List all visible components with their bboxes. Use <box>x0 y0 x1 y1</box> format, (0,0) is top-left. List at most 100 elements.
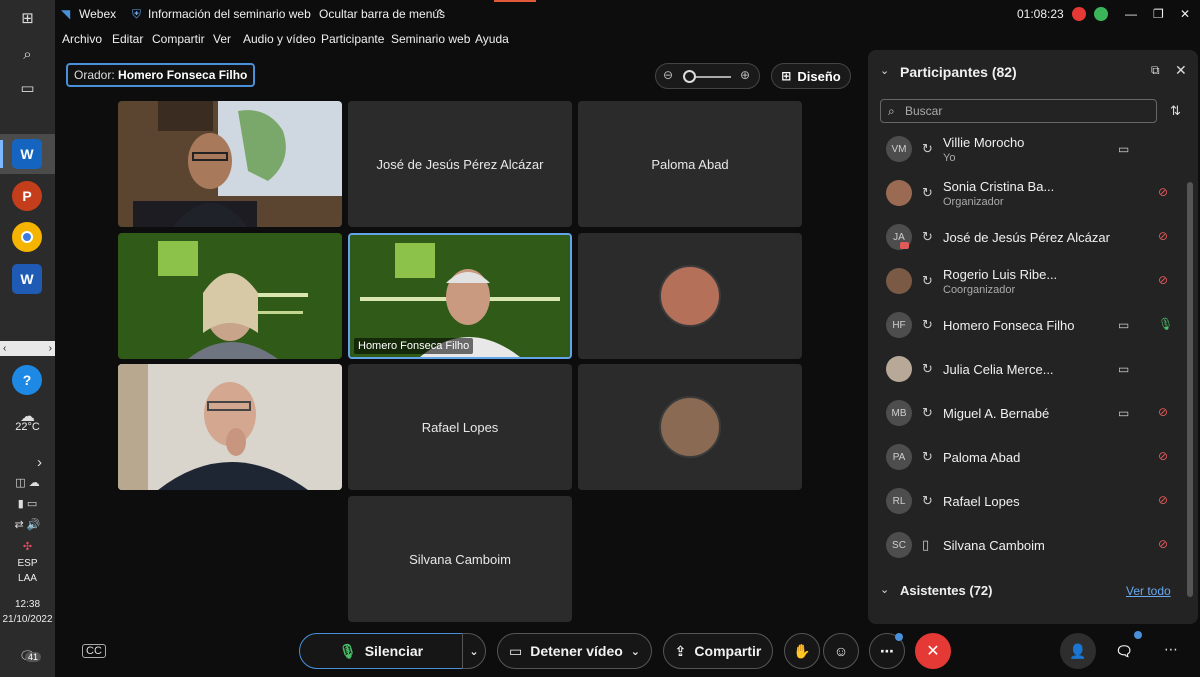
mic-muted-icon: ⊘ <box>1158 273 1169 287</box>
more-icon[interactable]: ⋯ <box>1164 641 1178 658</box>
mute-button[interactable]: 🎙 Silenciar <box>299 633 463 669</box>
layout-button[interactable]: ⊞ Diseño <box>771 63 851 89</box>
participant-row[interactable]: MB ↻ Miguel A. Bernabé ▭ ⊘ <box>868 392 1184 436</box>
word-app-icon[interactable]: W <box>12 264 42 294</box>
zoom-slider-handle[interactable] <box>683 70 696 83</box>
video-tile-5-active[interactable]: Homero Fonseca Filho <box>348 233 572 359</box>
menu-audio-video[interactable]: Audio y vídeo <box>243 32 316 46</box>
search-placeholder: Buscar <box>905 104 943 118</box>
collapse-chevron-icon[interactable]: ⌄ <box>880 64 889 77</box>
recording-icon[interactable] <box>1072 7 1086 21</box>
task-view-icon[interactable]: ▭ <box>0 70 55 106</box>
network-status-icon[interactable] <box>1094 7 1108 21</box>
mic-muted-icon: ⊘ <box>1158 405 1169 419</box>
video-tile-4[interactable] <box>118 233 342 359</box>
participant-row[interactable]: SC ▯ Silvana Camboim ⊘ <box>868 524 1184 568</box>
menu-ayuda[interactable]: Ayuda <box>475 32 509 46</box>
audio-options-button[interactable]: ⌄ <box>462 633 486 669</box>
participant-row[interactable]: JA ↻ José de Jesús Pérez Alcázar ⊘ <box>868 216 1184 260</box>
raise-hand-button[interactable]: ✋ <box>784 633 820 669</box>
panel-scrollbar[interactable] <box>1186 132 1194 612</box>
powerpoint-app-icon[interactable]: P <box>12 181 42 211</box>
notification-dot <box>895 633 903 641</box>
participant-row[interactable]: RL ↻ Rafael Lopes ⊘ <box>868 480 1184 524</box>
taskbar-scroll[interactable]: ‹ › <box>0 341 55 356</box>
collapse-chevron-icon[interactable]: ⌄ <box>880 583 889 596</box>
sort-icon[interactable]: ⇅ <box>1170 103 1181 119</box>
tile-name: Rafael Lopes <box>421 419 499 435</box>
chrome-app-icon[interactable] <box>12 222 42 252</box>
video-tile-3[interactable]: Paloma Abad <box>578 101 802 227</box>
menu-compartir[interactable]: Compartir <box>152 32 205 46</box>
hide-menu-button[interactable]: Ocultar barra de menús <box>319 7 445 21</box>
help-icon[interactable]: ? <box>12 365 42 395</box>
video-tile-9[interactable] <box>578 364 802 490</box>
search-input[interactable]: ⌕ Buscar <box>880 99 1157 123</box>
participant-row[interactable]: ↻ Sonia Cristina Ba... Organizador ⊘ <box>868 172 1184 216</box>
camera-icon: ▭ <box>1118 142 1130 156</box>
video-tile-6[interactable] <box>578 233 802 359</box>
participant-row[interactable]: VM ↻ Villie Morocho Yo ▭ <box>868 128 1184 172</box>
video-feed <box>118 233 342 359</box>
menu-seminario-web[interactable]: Seminario web <box>391 32 470 46</box>
menu-participante[interactable]: Participante <box>321 32 384 46</box>
taskbar-selected-indicator <box>0 140 3 168</box>
search-icon[interactable]: ⌕ <box>0 36 55 72</box>
participant-row[interactable]: HF ↻ Homero Fonseca Filho ▭ 🎙 <box>868 304 1184 348</box>
chevron-up-icon[interactable]: ⌃ <box>435 7 445 21</box>
participant-name: José de Jesús Pérez Alcázar <box>943 230 1110 245</box>
taskbar-clock[interactable]: 12:38 <box>0 599 55 610</box>
participant-avatar: SC <box>886 532 912 558</box>
close-window-icon[interactable]: ✕ <box>1180 7 1190 21</box>
input-language[interactable]: ESP <box>0 558 55 569</box>
video-tile-8[interactable]: Rafael Lopes <box>348 364 572 490</box>
menu-editar[interactable]: Editar <box>112 32 143 46</box>
camera-icon: ▭ <box>1118 318 1130 332</box>
video-tile-10[interactable]: Silvana Camboim <box>348 496 572 622</box>
participant-row[interactable]: ↻ Julia Celia Merce... ▭ <box>868 348 1184 392</box>
keyboard-layout[interactable]: LAA <box>0 573 55 584</box>
close-panel-icon[interactable]: ✕ <box>1175 62 1187 79</box>
meeting-timer: 01:08:23 <box>1017 7 1064 21</box>
participant-name: Paloma Abad <box>943 450 1021 465</box>
video-tile-7[interactable] <box>118 364 342 490</box>
restore-icon[interactable]: ❐ <box>1153 7 1164 21</box>
participants-panel: ⌄ Participantes (82) ⧉ ✕ ⌕ Buscar ⇅ VM ↻… <box>868 50 1198 624</box>
captions-icon[interactable]: CC <box>82 644 106 658</box>
scroll-right-icon[interactable]: › <box>49 343 52 354</box>
title-accent <box>494 0 536 2</box>
participant-row[interactable]: PA ↻ Paloma Abad ⊘ <box>868 436 1184 480</box>
video-tile-2[interactable]: José de Jesús Pérez Alcázar <box>348 101 572 227</box>
taskbar-date[interactable]: 21/10/2022 <box>0 614 55 625</box>
participants-icon: 👤 <box>1069 642 1087 659</box>
webex-app-icon[interactable]: W <box>12 139 42 169</box>
minimize-icon[interactable]: — <box>1125 7 1137 21</box>
zoom-in-icon[interactable]: ⊕ <box>740 68 750 82</box>
scroll-left-icon[interactable]: ‹ <box>3 343 6 354</box>
chat-icon: 🗨 <box>1115 642 1133 659</box>
participant-name: Rafael Lopes <box>943 494 1020 509</box>
see-all-link[interactable]: Ver todo <box>1126 584 1171 598</box>
video-tile-1[interactable] <box>118 101 342 227</box>
speaker-name: Homero Fonseca Filho <box>118 68 248 82</box>
share-button[interactable]: ⇪ Compartir <box>663 633 773 669</box>
menu-ver[interactable]: Ver <box>213 32 231 46</box>
zoom-control[interactable]: ⊖ ⊕ <box>655 63 760 89</box>
leave-button[interactable]: ✕ <box>915 633 951 669</box>
participant-avatar: PA <box>886 444 912 470</box>
participants-toggle-button[interactable]: 👤 <box>1060 633 1096 669</box>
webinar-info-link[interactable]: Información del seminario web <box>148 7 311 21</box>
stop-video-button[interactable]: ▭ Detener vídeo ⌄ <box>497 633 652 669</box>
participant-avatar: VM <box>886 136 912 162</box>
reactions-button[interactable]: ☺ <box>823 633 859 669</box>
sync-icon: ↻ <box>922 185 933 200</box>
mic-muted-icon: ⊘ <box>1158 537 1169 551</box>
zoom-out-icon[interactable]: ⊖ <box>663 68 673 82</box>
scrollbar-thumb[interactable] <box>1187 182 1193 597</box>
participant-row[interactable]: ↻ Rogerio Luis Ribe... Coorganizador ⊘ <box>868 260 1184 304</box>
pop-out-icon[interactable]: ⧉ <box>1151 63 1160 78</box>
attendees-section[interactable]: Asistentes (72) <box>900 583 992 598</box>
phone-badge-icon <box>900 242 909 249</box>
menu-archivo[interactable]: Archivo <box>62 32 102 46</box>
windows-start-icon[interactable]: ⊞ <box>0 0 55 36</box>
